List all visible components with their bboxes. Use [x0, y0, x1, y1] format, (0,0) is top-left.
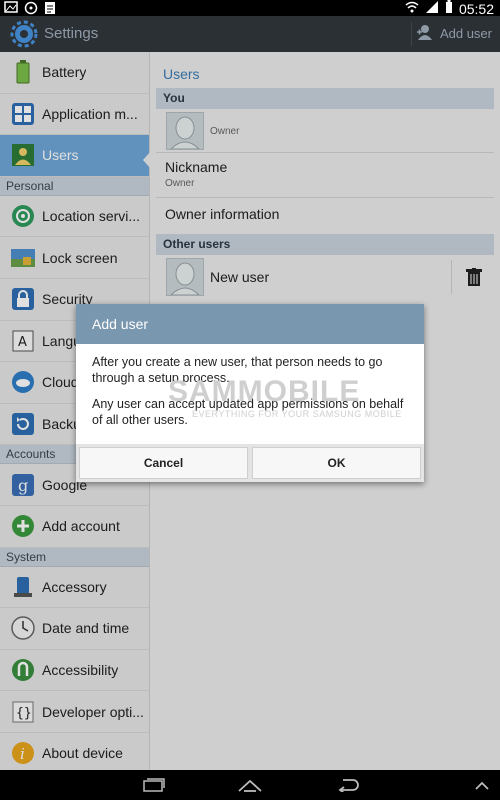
- add-user-label: Add user: [439, 26, 492, 41]
- signal-icon: [425, 1, 439, 16]
- battery-status-icon: [445, 0, 453, 17]
- add-user-dialog: Add user After you create a new user, th…: [76, 304, 424, 482]
- clock-time: 05:52: [458, 0, 494, 17]
- dialog-message-2: Any user can accept updated app permissi…: [92, 397, 404, 427]
- dialog-message: After you create a new user, that person…: [76, 344, 424, 428]
- status-bar: 05:52: [0, 0, 500, 17]
- app-title: Settings: [44, 25, 99, 42]
- settings-gear-icon[interactable]: [10, 20, 38, 48]
- dialog-message-1: After you create a new user, that person…: [92, 355, 383, 385]
- action-bar: Settings Add user: [0, 16, 500, 52]
- ok-button[interactable]: OK: [252, 447, 421, 479]
- dialog-title: Add user: [76, 304, 424, 344]
- add-user-icon: [416, 24, 434, 43]
- back-icon[interactable]: [328, 770, 368, 800]
- navigation-bar: [0, 770, 500, 800]
- wifi-icon: [405, 1, 419, 16]
- dialog-buttons: Cancel OK: [76, 444, 424, 482]
- home-icon[interactable]: [230, 770, 270, 800]
- recent-apps-icon[interactable]: [134, 770, 174, 800]
- add-user-button[interactable]: Add user: [416, 24, 492, 43]
- action-separator: [411, 22, 412, 46]
- cancel-button[interactable]: Cancel: [79, 447, 248, 479]
- expand-up-icon[interactable]: [462, 770, 500, 800]
